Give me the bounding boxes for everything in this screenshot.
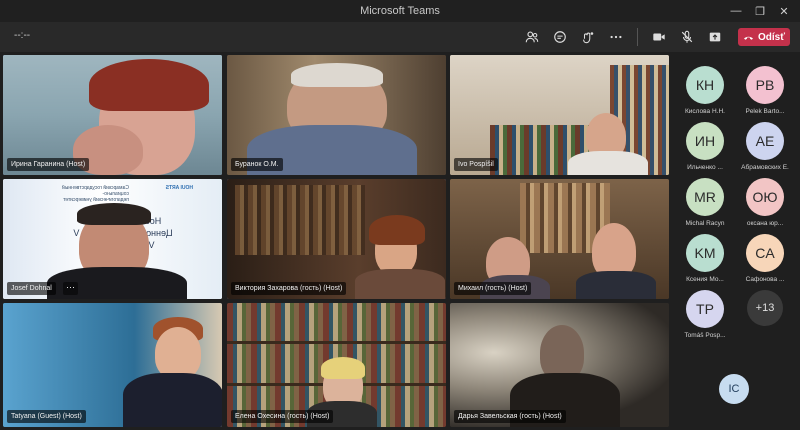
video-grid: Ирина Гаранина (Host) Буранок О.М. Ivo P… [0, 52, 672, 430]
roster-name: оксана юр... [746, 220, 784, 227]
video-tile[interactable]: Буранок О.М. [227, 55, 446, 175]
participant-name: Михаил (гость) (Host) [454, 282, 532, 295]
participant-video [77, 203, 151, 225]
maximize-button[interactable]: ❐ [748, 0, 772, 22]
roster-participant[interactable]: CA Сафонова ... [735, 234, 795, 283]
meeting-timer: --:-- [14, 30, 31, 41]
participant-name: Josef Dohnal [7, 282, 56, 295]
video-tile[interactable]: Tatyana (Guest) (Host) [3, 303, 222, 427]
roster-name: Ильченко ... [687, 164, 723, 171]
more-options-icon[interactable]: ··· [63, 282, 78, 295]
more-actions-icon[interactable] [605, 26, 627, 48]
roster-name: Абрамовских Е. [741, 164, 789, 171]
roster-participant[interactable]: AE Абрамовских Е. [735, 122, 795, 171]
participant-video [576, 271, 656, 299]
video-tile[interactable]: Виктория Захарова (гость) (Host) [227, 179, 446, 299]
leave-label: Odísť [757, 31, 786, 43]
window-title: Microsoft Teams [360, 5, 440, 17]
avatar: PB [746, 66, 784, 104]
avatar: MR [686, 178, 724, 216]
roster-participant[interactable]: KM Ксения Мо... [675, 234, 735, 283]
participant-name: Tatyana (Guest) (Host) [7, 410, 86, 423]
video-tile[interactable]: Елена Охесина (гость) (Host) [227, 303, 446, 427]
meeting-controls: Odísť [521, 25, 790, 49]
mic-muted-icon[interactable] [676, 26, 698, 48]
slide-text: Самарский государственный социально- [62, 185, 129, 197]
participant-video [123, 373, 222, 427]
chat-icon[interactable] [549, 26, 571, 48]
leave-button[interactable]: Odísť [738, 28, 790, 46]
participant-name: Буранок О.М. [231, 158, 283, 171]
participant-video [369, 215, 425, 245]
roster-participant[interactable]: PB Pelek Barto... [735, 66, 795, 115]
more-participants-badge[interactable]: +13 [747, 290, 783, 326]
roster-participant[interactable]: MR Michal Racyn [675, 178, 735, 227]
participant-name: Елена Охесина (гость) (Host) [231, 410, 334, 423]
participant-video [291, 63, 383, 87]
roster-participant[interactable]: КН Кислова Н.Н. [675, 66, 735, 115]
participant-video [355, 269, 445, 299]
roster-name: Кислова Н.Н. [685, 108, 725, 115]
roster-name: Ксения Мо... [686, 276, 724, 283]
video-tile[interactable]: Дарья Завельская (гость) (Host) [450, 303, 669, 427]
video-tile[interactable]: Ivo Pospíšil [450, 55, 669, 175]
avatar: TP [686, 290, 724, 328]
slide-logo: HOUI ARTS [165, 185, 193, 191]
window-controls: — ❐ ✕ [724, 0, 796, 22]
video-tile[interactable]: Михаил (гость) (Host) [450, 179, 669, 299]
participant-name: Ирина Гаранина (Host) [7, 158, 90, 171]
participants-icon[interactable] [521, 26, 543, 48]
close-window-button[interactable]: ✕ [772, 0, 796, 22]
roster-name: Сафонова ... [745, 276, 785, 283]
minimize-button[interactable]: — [724, 0, 748, 22]
avatar: CA [746, 234, 784, 272]
avatar: ИН [686, 122, 724, 160]
participant-video [321, 357, 365, 379]
reactions-icon[interactable] [577, 26, 599, 48]
roster-overflow[interactable]: +13 [735, 290, 795, 326]
video-tile[interactable]: Самарский государственный социально- пед… [3, 179, 222, 299]
avatar: ОЮ [746, 178, 784, 216]
participant-video [568, 151, 648, 175]
share-screen-icon[interactable] [704, 26, 726, 48]
roster-name: Pelek Barto... [745, 108, 785, 115]
hang-up-icon [744, 36, 753, 40]
avatar: AE [746, 122, 784, 160]
self-avatar[interactable]: IC [719, 374, 749, 404]
participant-video [155, 327, 201, 379]
avatar: KM [686, 234, 724, 272]
avatar: КН [686, 66, 724, 104]
bookshelf [235, 185, 365, 255]
toolbar-divider [637, 28, 638, 46]
meeting-toolbar: --:-- Odísť [0, 22, 800, 52]
slide-header: Самарский государственный социально- пед… [39, 185, 129, 203]
roster-participant[interactable]: ОЮ оксана юр... [735, 178, 795, 227]
participant-video [89, 59, 209, 111]
title-bar: Microsoft Teams — ❐ ✕ [0, 0, 800, 22]
roster-participant[interactable]: ИН Ильченко ... [675, 122, 735, 171]
roster-participant[interactable]: TP Tomáš Posp... [675, 290, 735, 339]
roster-name: Michal Racyn [685, 220, 725, 227]
roster-name: Tomáš Posp... [684, 332, 726, 339]
participant-name: Ivo Pospíšil [454, 158, 498, 171]
camera-icon[interactable] [648, 26, 670, 48]
participant-name: Дарья Завельская (гость) (Host) [454, 410, 566, 423]
video-tile[interactable]: Ирина Гаранина (Host) [3, 55, 222, 175]
participant-name: Виктория Захарова (гость) (Host) [231, 282, 347, 295]
